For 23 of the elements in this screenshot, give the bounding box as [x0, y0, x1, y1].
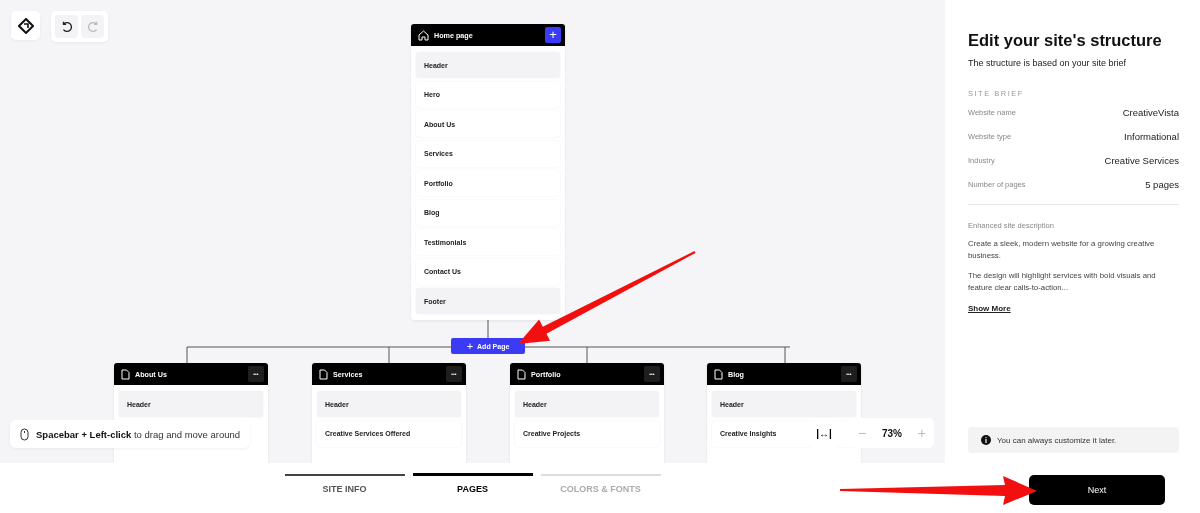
page-icon: [319, 368, 328, 380]
home-icon: [418, 29, 429, 41]
panel-subtitle: The structure is based on your site brief: [968, 58, 1128, 68]
field-value: Creative Services: [1104, 154, 1179, 166]
field-value: Informational: [1124, 130, 1179, 142]
show-more-link[interactable]: Show More: [968, 304, 1011, 313]
logo-icon[interactable]: [17, 17, 34, 34]
step-tab[interactable]: SITE INFO: [284, 474, 405, 502]
field-value: CreativeVista: [1122, 106, 1179, 118]
undo-button[interactable]: [55, 15, 78, 38]
step-tab[interactable]: PAGES: [412, 473, 533, 501]
info-icon: [981, 435, 991, 445]
panel-title: Edit your site's structure: [968, 31, 1163, 50]
fit-button[interactable]: |↔|: [808, 418, 840, 448]
page-icon: [121, 368, 130, 380]
page-icon: [517, 368, 526, 380]
note-text: You can always customize it later.: [997, 435, 1117, 445]
zoom-level: 73%: [881, 427, 902, 439]
add-section-button[interactable]: +: [545, 27, 561, 43]
mouse-icon: [20, 427, 29, 441]
page-icon: [714, 368, 723, 380]
next-button[interactable]: Next: [1029, 475, 1165, 505]
field-value: 5 pages: [1145, 178, 1179, 190]
